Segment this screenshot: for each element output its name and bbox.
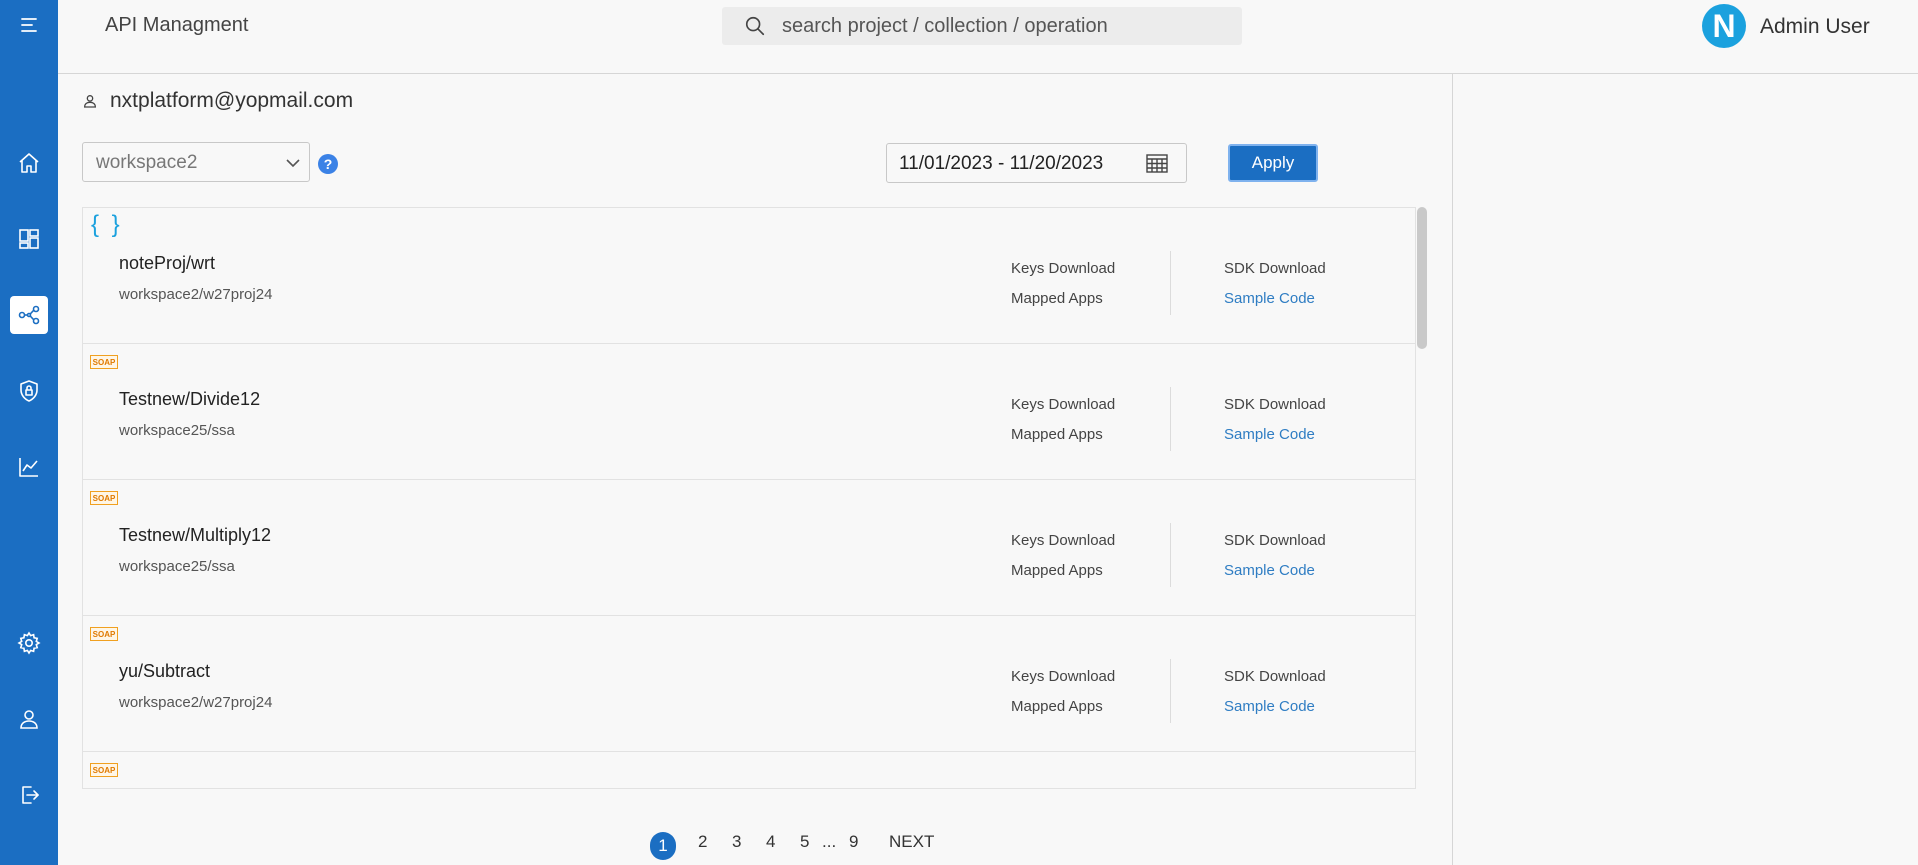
sample-code-link[interactable]: Sample Code	[1224, 290, 1315, 307]
list-scrollbar-thumb[interactable]	[1417, 207, 1427, 349]
sample-code-link[interactable]: Sample Code	[1224, 562, 1315, 579]
apply-button[interactable]: Apply	[1228, 144, 1318, 182]
menu-icon	[21, 18, 37, 32]
avatar[interactable]: N	[1702, 4, 1746, 48]
sample-code-link[interactable]: Sample Code	[1224, 698, 1315, 715]
mapped-apps-link[interactable]: Mapped Apps	[1011, 290, 1103, 307]
list-item[interactable]: { } noteProj/wrt workspace2/w27proj24 Ke…	[83, 208, 1415, 344]
gear-icon	[17, 631, 41, 655]
chevron-down-icon	[286, 159, 300, 168]
sdk-download-link[interactable]: SDK Download	[1224, 260, 1326, 277]
calendar-icon	[1146, 154, 1168, 173]
user-icon	[20, 710, 38, 729]
mapped-apps-link[interactable]: Mapped Apps	[1011, 562, 1103, 579]
api-path: workspace2/w27proj24	[119, 694, 273, 711]
dashboard-icon	[19, 229, 39, 249]
sidebar-item-dashboard[interactable]	[10, 220, 48, 258]
soap-icon: SOAP	[90, 627, 118, 641]
account-email: nxtplatform@yopmail.com	[110, 89, 354, 112]
sidebar-item-profile[interactable]	[10, 700, 48, 738]
soap-icon: SOAP	[90, 355, 118, 369]
sidebar-item-integrations[interactable]	[10, 296, 48, 334]
shield-lock-icon	[20, 380, 38, 402]
divider	[1170, 251, 1171, 315]
json-icon: { }	[91, 211, 123, 238]
chart-icon	[19, 458, 38, 477]
mapped-apps-link[interactable]: Mapped Apps	[1011, 426, 1103, 443]
home-icon	[19, 153, 39, 173]
keys-download-link[interactable]: Keys Download	[1011, 532, 1115, 549]
page-1-button[interactable]: 1	[650, 832, 676, 860]
page-9-button[interactable]: 9	[849, 832, 858, 852]
sidebar-item-security[interactable]	[10, 372, 48, 410]
date-range-picker[interactable]: 11/01/2023 - 11/20/2023	[886, 143, 1187, 183]
list-item[interactable]: SOAP Testnew/Divide12 workspace25/ssa Ke…	[83, 344, 1415, 480]
right-panel-divider	[1452, 73, 1453, 865]
api-path: workspace25/ssa	[119, 422, 235, 439]
workspace-select[interactable]: workspace2	[82, 142, 310, 182]
list-item[interactable]: SOAP	[83, 752, 1415, 788]
user-name[interactable]: Admin User	[1760, 15, 1870, 39]
menu-button[interactable]	[10, 6, 48, 44]
api-name[interactable]: noteProj/wrt	[119, 253, 215, 274]
keys-download-link[interactable]: Keys Download	[1011, 396, 1115, 413]
search-box[interactable]	[722, 7, 1242, 45]
page-ellipsis: ...	[822, 832, 837, 851]
api-list: { } noteProj/wrt workspace2/w27proj24 Ke…	[82, 207, 1416, 789]
sdk-download-link[interactable]: SDK Download	[1224, 532, 1326, 549]
api-name[interactable]: yu/Subtract	[119, 661, 210, 682]
account-line: nxtplatform@yopmail.com	[82, 89, 353, 113]
logout-icon	[22, 786, 39, 804]
page-2-button[interactable]: 2	[698, 832, 707, 852]
sidebar-item-analytics[interactable]	[10, 448, 48, 486]
mapped-apps-link[interactable]: Mapped Apps	[1011, 698, 1103, 715]
keys-download-link[interactable]: Keys Download	[1011, 668, 1115, 685]
sdk-download-link[interactable]: SDK Download	[1224, 396, 1326, 413]
soap-icon: SOAP	[90, 491, 118, 505]
list-item[interactable]: SOAP Testnew/Multiply12 workspace25/ssa …	[83, 480, 1415, 616]
list-item[interactable]: SOAP yu/Subtract workspace2/w27proj24 Ke…	[83, 616, 1415, 752]
api-path: workspace2/w27proj24	[119, 286, 273, 303]
api-path: workspace25/ssa	[119, 558, 235, 575]
help-icon[interactable]: ?	[318, 154, 338, 174]
user-icon	[83, 95, 97, 108]
sdk-download-link[interactable]: SDK Download	[1224, 668, 1326, 685]
workspace-select-value: workspace2	[96, 152, 198, 173]
page-4-button[interactable]: 4	[766, 832, 775, 852]
api-name[interactable]: Testnew/Multiply12	[119, 525, 271, 546]
divider	[1170, 659, 1171, 723]
page-3-button[interactable]: 3	[732, 832, 741, 852]
search-icon	[745, 16, 765, 36]
divider	[1170, 387, 1171, 451]
app-title: API Managment	[105, 14, 249, 36]
sidebar-item-logout[interactable]	[10, 776, 48, 814]
top-header: API Managment N Admin User	[58, 0, 1918, 74]
sidebar-item-settings[interactable]	[10, 624, 48, 662]
next-page-button[interactable]: NEXT	[889, 832, 934, 852]
soap-icon: SOAP	[90, 763, 118, 777]
sidebar-item-home[interactable]	[10, 144, 48, 182]
api-name[interactable]: Testnew/Divide12	[119, 389, 260, 410]
divider	[1170, 523, 1171, 587]
share-nodes-icon	[18, 305, 40, 325]
page-5-button[interactable]: 5	[800, 832, 809, 852]
keys-download-link[interactable]: Keys Download	[1011, 260, 1115, 277]
search-input[interactable]	[782, 7, 1222, 45]
date-range-value: 11/01/2023 - 11/20/2023	[899, 153, 1104, 174]
sidebar	[0, 0, 58, 865]
sample-code-link[interactable]: Sample Code	[1224, 426, 1315, 443]
